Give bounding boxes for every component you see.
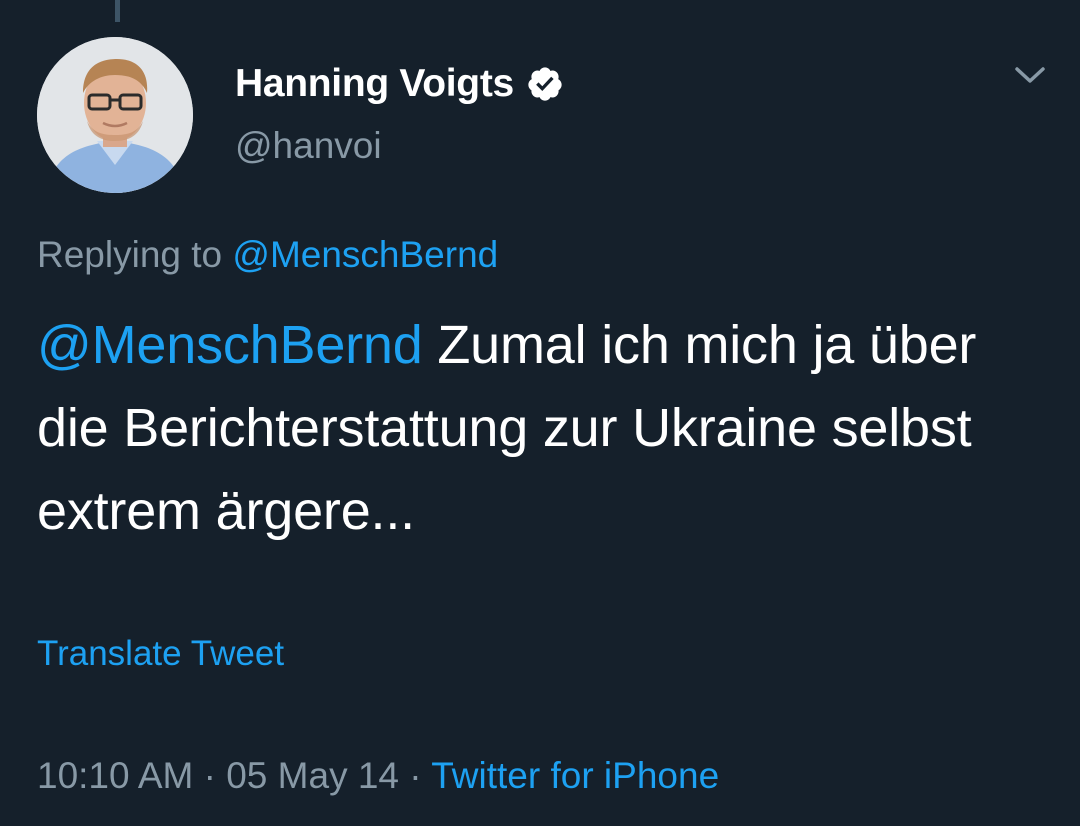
replying-to-mention-link[interactable]: @MenschBernd [232, 234, 498, 275]
tweet-source-link[interactable]: Twitter for iPhone [431, 755, 719, 796]
author-handle[interactable]: @hanvoi [235, 125, 382, 167]
tweet-mention-link[interactable]: @MenschBernd [37, 315, 423, 375]
avatar-photo [37, 37, 193, 193]
tweet-text: @MenschBernd Zumal ich mich ja über die … [37, 304, 1047, 553]
translate-tweet-link[interactable]: Translate Tweet [37, 634, 284, 674]
author-display-name[interactable]: Hanning Voigts [235, 62, 514, 106]
meta-separator: · [193, 755, 227, 796]
replying-to-line: Replying to @MenschBernd [37, 234, 498, 276]
thread-connector-line [115, 0, 120, 22]
author-name-row[interactable]: Hanning Voigts [235, 62, 564, 106]
chevron-down-icon[interactable] [1013, 60, 1047, 90]
avatar[interactable] [37, 37, 193, 193]
verified-badge-icon [528, 67, 562, 101]
tweet-date[interactable]: 05 May 14 [226, 755, 399, 796]
tweet-time[interactable]: 10:10 AM [37, 755, 193, 796]
replying-to-prefix: Replying to [37, 234, 233, 275]
tweet-metadata: 10:10 AM · 05 May 14 · Twitter for iPhon… [37, 755, 719, 797]
meta-separator: · [399, 755, 432, 796]
